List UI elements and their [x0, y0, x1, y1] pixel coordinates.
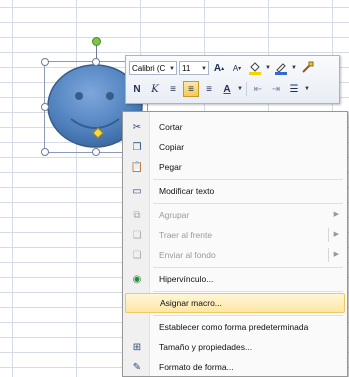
- menu-item-hyperlink[interactable]: ◉ Hipervínculo...: [125, 269, 345, 289]
- menu-item-label: Asignar macro...: [160, 298, 222, 308]
- resize-handle-left[interactable]: [41, 103, 49, 111]
- format-shape-icon: ✎: [132, 361, 142, 373]
- menu-item-label: Establecer como forma predeterminada: [159, 322, 309, 332]
- font-size-value: 11: [182, 64, 191, 73]
- menu-item-label: Cortar: [159, 122, 183, 132]
- menu-item-label: Modificar texto: [159, 186, 215, 196]
- menu-separator: [153, 179, 343, 180]
- menu-item-icon-slot: [125, 317, 149, 337]
- resize-handle-top-left[interactable]: [41, 58, 49, 66]
- font-name-value: Calibri (C: [132, 64, 166, 73]
- submenu-arrow-icon: ▶: [333, 231, 339, 238]
- menu-item-label: Tamaño y propiedades...: [159, 342, 253, 352]
- menu-item-assign-macro[interactable]: Asignar macro...: [125, 293, 345, 313]
- toolbar-separator: [246, 82, 247, 96]
- fill-color-button[interactable]: [247, 60, 263, 76]
- menu-item-paste[interactable]: 📋 Pegar: [125, 157, 345, 177]
- format-painter-icon: [302, 61, 314, 73]
- menu-item-edit-text[interactable]: ▭ Modificar texto: [125, 181, 345, 201]
- paste-icon: 📋: [130, 161, 144, 173]
- align-center-icon: ≡: [188, 83, 194, 95]
- send-back-icon: ❏: [132, 249, 142, 261]
- align-center-button[interactable]: ≡: [183, 81, 199, 97]
- format-painter-button[interactable]: [299, 60, 315, 76]
- menu-item-label: Agrupar: [159, 210, 190, 220]
- chevron-down-icon: ▼: [201, 66, 207, 72]
- mini-toolbar: Calibri (C ▼ 11 ▼ A ▴ A ▾ ▼ ▼ N K ≡ ≡ ≡ A …: [125, 55, 340, 104]
- size-properties-icon: ⊞: [132, 341, 142, 353]
- resize-handle-bottom-left[interactable]: [41, 148, 49, 156]
- italic-button[interactable]: K: [147, 81, 163, 97]
- menu-separator: [153, 203, 343, 204]
- font-color-letter: A: [223, 83, 231, 95]
- menu-item-group[interactable]: ⧉ Agrupar ▶: [125, 205, 345, 225]
- font-name-combo[interactable]: Calibri (C ▼: [129, 61, 177, 75]
- pen-icon: [275, 63, 287, 75]
- chevron-down-icon[interactable]: ▼: [304, 86, 310, 92]
- resize-handle-bottom[interactable]: [92, 148, 100, 156]
- align-left-button[interactable]: ≡: [165, 81, 181, 97]
- align-left-icon: ≡: [170, 83, 176, 95]
- decrease-indent-icon: ⇤: [253, 83, 263, 95]
- paint-bucket-icon: [249, 62, 261, 75]
- menu-separator: [153, 267, 343, 268]
- bullets-icon: ☰: [289, 83, 299, 95]
- chevron-down-icon[interactable]: ▼: [265, 65, 271, 71]
- menu-separator: [153, 315, 343, 316]
- line-color-button[interactable]: [273, 60, 289, 76]
- grow-font-icon: A: [213, 62, 222, 74]
- menu-item-label: Copiar: [159, 142, 185, 152]
- chevron-down-icon: ▼: [169, 66, 175, 72]
- copy-icon: ❐: [132, 141, 142, 153]
- increase-indent-icon: ⇥: [271, 83, 281, 95]
- split-divider: [328, 248, 329, 262]
- align-right-button[interactable]: ≡: [201, 81, 217, 97]
- menu-item-label: Formato de forma...: [159, 362, 234, 372]
- menu-item-label: Traer al frente: [159, 230, 213, 240]
- menu-item-format-shape[interactable]: ✎ Formato de forma...: [125, 357, 345, 377]
- group-icon: ⧉: [133, 209, 141, 221]
- menu-item-label: Enviar al fondo: [159, 250, 216, 260]
- menu-separator: [153, 291, 343, 292]
- scissors-icon: ✂: [132, 121, 142, 133]
- rotation-handle[interactable]: [92, 37, 101, 46]
- split-divider: [328, 228, 329, 242]
- resize-handle-top[interactable]: [92, 58, 100, 66]
- menu-item-bring-front[interactable]: ❏ Traer al frente ▶: [125, 225, 345, 245]
- bullets-button[interactable]: ☰: [286, 81, 302, 97]
- menu-item-label: Hipervínculo...: [159, 274, 214, 284]
- menu-item-size-properties[interactable]: ⊞ Tamaño y propiedades...: [125, 337, 345, 357]
- menu-item-copy[interactable]: ❐ Copiar: [125, 137, 345, 157]
- decrease-indent-button[interactable]: ⇤: [250, 81, 266, 97]
- bold-button[interactable]: N: [129, 81, 145, 97]
- menu-item-send-back[interactable]: ❏ Enviar al fondo ▶: [125, 245, 345, 265]
- font-size-combo[interactable]: 11 ▼: [179, 61, 209, 75]
- font-color-button[interactable]: A: [219, 81, 235, 97]
- menu-item-icon-slot: [126, 293, 150, 313]
- menu-item-label: Pegar: [159, 162, 182, 172]
- hyperlink-icon: ◉: [132, 273, 142, 285]
- increase-indent-button[interactable]: ⇥: [268, 81, 284, 97]
- menu-item-cut[interactable]: ✂ Cortar: [125, 117, 345, 137]
- chevron-down-icon[interactable]: ▼: [291, 65, 297, 71]
- shrink-font-button[interactable]: A ▾: [229, 60, 245, 76]
- align-right-icon: ≡: [206, 83, 212, 95]
- menu-item-set-default-shape[interactable]: Establecer como forma predeterminada: [125, 317, 345, 337]
- grow-font-button[interactable]: A ▴: [211, 60, 227, 76]
- submenu-arrow-icon: ▶: [333, 251, 339, 258]
- context-menu: ✂ Cortar ❐ Copiar 📋 Pegar ▭ Modificar te…: [122, 111, 348, 377]
- bring-front-icon: ❏: [132, 229, 142, 241]
- chevron-down-icon[interactable]: ▼: [237, 86, 243, 92]
- submenu-arrow-icon: ▶: [333, 211, 339, 218]
- edit-text-icon: ▭: [132, 185, 142, 197]
